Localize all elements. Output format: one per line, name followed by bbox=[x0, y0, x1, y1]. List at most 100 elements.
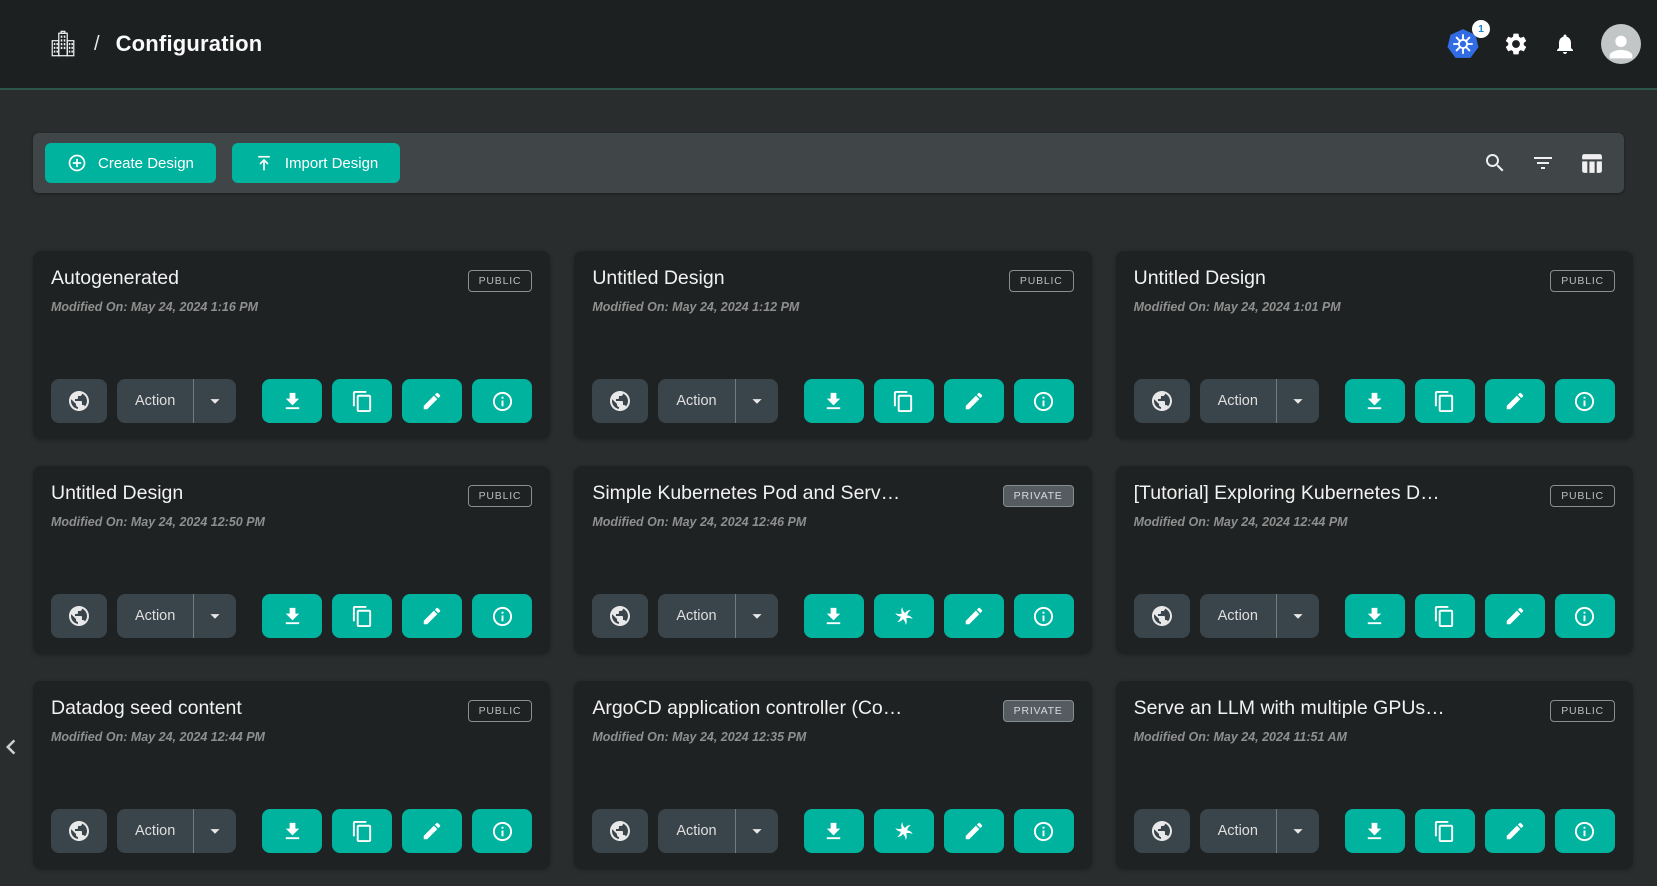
filter-list-icon bbox=[1531, 151, 1555, 175]
card-action-row: Action bbox=[592, 379, 1073, 423]
download-button[interactable] bbox=[1345, 809, 1405, 853]
modified-on-text: Modified On: May 24, 2024 1:16 PM bbox=[51, 300, 532, 314]
action-button[interactable]: Action bbox=[1200, 594, 1276, 638]
settings-button[interactable] bbox=[1503, 31, 1529, 57]
action-button[interactable]: Action bbox=[658, 379, 734, 423]
design-card: Untitled Design PUBLIC Modified On: May … bbox=[33, 466, 550, 654]
copy-button[interactable] bbox=[1415, 379, 1475, 423]
download-button[interactable] bbox=[804, 594, 864, 638]
copy-icon bbox=[351, 390, 374, 413]
table-view-button[interactable] bbox=[1579, 151, 1604, 176]
building-icon bbox=[48, 27, 78, 61]
card-action-row: Action bbox=[1134, 594, 1615, 638]
action-button[interactable]: Action bbox=[1200, 379, 1276, 423]
download-button[interactable] bbox=[804, 379, 864, 423]
copy-button[interactable] bbox=[332, 379, 392, 423]
visibility-globe-button[interactable] bbox=[592, 594, 648, 638]
edit-button[interactable] bbox=[1485, 809, 1545, 853]
action-dropdown-button[interactable] bbox=[736, 379, 778, 423]
visibility-globe-button[interactable] bbox=[592, 809, 648, 853]
modified-on-text: Modified On: May 24, 2024 11:51 AM bbox=[1134, 730, 1615, 744]
download-button[interactable] bbox=[1345, 594, 1405, 638]
drawer-collapse-button[interactable] bbox=[0, 732, 26, 762]
action-dropdown-button[interactable] bbox=[194, 594, 236, 638]
download-button[interactable] bbox=[262, 809, 322, 853]
info-button[interactable] bbox=[1014, 594, 1074, 638]
visibility-globe-button[interactable] bbox=[51, 379, 107, 423]
action-button[interactable]: Action bbox=[658, 809, 734, 853]
info-button[interactable] bbox=[1555, 594, 1615, 638]
action-dropdown-button[interactable] bbox=[194, 809, 236, 853]
copy-button[interactable] bbox=[1415, 594, 1475, 638]
download-button[interactable] bbox=[262, 379, 322, 423]
design-grid: Autogenerated PUBLIC Modified On: May 24… bbox=[33, 251, 1624, 869]
edit-button[interactable] bbox=[402, 594, 462, 638]
design-title: [Tutorial] Exploring Kubernetes D… bbox=[1134, 482, 1440, 505]
design-card: [Tutorial] Exploring Kubernetes D… PUBLI… bbox=[1116, 466, 1633, 654]
copy-button[interactable] bbox=[332, 594, 392, 638]
info-icon bbox=[491, 390, 514, 413]
visibility-badge: PUBLIC bbox=[1009, 270, 1074, 292]
globe-icon bbox=[67, 604, 91, 628]
action-button[interactable]: Action bbox=[117, 379, 193, 423]
info-button[interactable] bbox=[1014, 809, 1074, 853]
create-design-button[interactable]: Create Design bbox=[45, 143, 216, 183]
org-logo[interactable]: / Configuration bbox=[48, 27, 262, 61]
import-design-button[interactable]: Import Design bbox=[232, 143, 400, 183]
download-button[interactable] bbox=[262, 594, 322, 638]
design-card: Untitled Design PUBLIC Modified On: May … bbox=[1116, 251, 1633, 439]
edit-button[interactable] bbox=[944, 809, 1004, 853]
action-dropdown-button[interactable] bbox=[194, 379, 236, 423]
visibility-globe-button[interactable] bbox=[51, 809, 107, 853]
action-dropdown-button[interactable] bbox=[1277, 379, 1319, 423]
visibility-globe-button[interactable] bbox=[1134, 379, 1190, 423]
filter-button[interactable] bbox=[1531, 151, 1555, 175]
swirl-button[interactable] bbox=[874, 594, 934, 638]
notifications-button[interactable] bbox=[1553, 32, 1577, 56]
design-title: Untitled Design bbox=[592, 267, 724, 290]
edit-button[interactable] bbox=[1485, 379, 1545, 423]
action-split-button: Action bbox=[1200, 379, 1319, 423]
action-button[interactable]: Action bbox=[658, 594, 734, 638]
visibility-globe-button[interactable] bbox=[51, 594, 107, 638]
visibility-globe-button[interactable] bbox=[1134, 809, 1190, 853]
download-button[interactable] bbox=[1345, 379, 1405, 423]
download-button[interactable] bbox=[804, 809, 864, 853]
card-action-row: Action bbox=[51, 809, 532, 853]
edit-button[interactable] bbox=[944, 594, 1004, 638]
info-button[interactable] bbox=[472, 809, 532, 853]
user-avatar[interactable] bbox=[1601, 24, 1641, 64]
action-button[interactable]: Action bbox=[117, 809, 193, 853]
edit-button[interactable] bbox=[1485, 594, 1545, 638]
visibility-globe-button[interactable] bbox=[1134, 594, 1190, 638]
info-button[interactable] bbox=[1555, 809, 1615, 853]
copy-button[interactable] bbox=[1415, 809, 1475, 853]
swirl-button[interactable] bbox=[874, 809, 934, 853]
action-button[interactable]: Action bbox=[117, 594, 193, 638]
edit-button[interactable] bbox=[944, 379, 1004, 423]
edit-button[interactable] bbox=[402, 379, 462, 423]
globe-icon bbox=[1150, 819, 1174, 843]
info-button[interactable] bbox=[1014, 379, 1074, 423]
modified-on-text: Modified On: May 24, 2024 12:44 PM bbox=[51, 730, 532, 744]
info-button[interactable] bbox=[472, 594, 532, 638]
info-icon bbox=[1573, 820, 1596, 843]
search-icon bbox=[1483, 151, 1507, 175]
info-button[interactable] bbox=[1555, 379, 1615, 423]
visibility-globe-button[interactable] bbox=[592, 379, 648, 423]
copy-button[interactable] bbox=[874, 379, 934, 423]
visibility-badge: PUBLIC bbox=[1550, 700, 1615, 722]
action-dropdown-button[interactable] bbox=[736, 809, 778, 853]
action-button[interactable]: Action bbox=[1200, 809, 1276, 853]
chevron-down-icon bbox=[204, 390, 226, 412]
action-dropdown-button[interactable] bbox=[1277, 809, 1319, 853]
breadcrumb-separator: / bbox=[94, 33, 100, 56]
search-button[interactable] bbox=[1483, 151, 1507, 175]
kubernetes-context-button[interactable]: 1 bbox=[1447, 28, 1479, 60]
design-title: Serve an LLM with multiple GPUs… bbox=[1134, 697, 1445, 720]
action-dropdown-button[interactable] bbox=[736, 594, 778, 638]
edit-button[interactable] bbox=[402, 809, 462, 853]
info-button[interactable] bbox=[472, 379, 532, 423]
action-dropdown-button[interactable] bbox=[1277, 594, 1319, 638]
copy-button[interactable] bbox=[332, 809, 392, 853]
